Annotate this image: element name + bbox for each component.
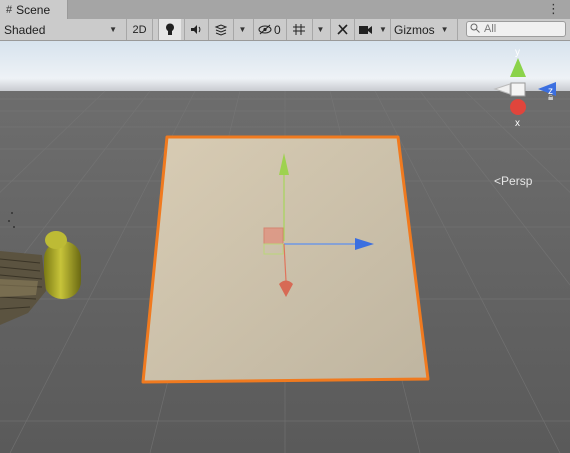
grid-dropdown[interactable]: ▼ [312, 19, 328, 40]
effects-toggle[interactable] [208, 19, 231, 40]
chevron-down-icon: ▼ [109, 25, 117, 34]
chevron-left-icon: < [494, 174, 502, 188]
toggle-2d-label: 2D [132, 23, 147, 36]
camera-icon [358, 25, 372, 34]
speaker-icon [191, 25, 201, 34]
layers-icon [214, 23, 227, 36]
more-options-icon[interactable]: ⋮ [547, 1, 560, 17]
scene-canvas[interactable]: y z x [0, 41, 570, 453]
scene-toolbar: Shaded ▼ 2D ▼ 0 ▼ ▼ Gizmos ▼ All [0, 19, 570, 41]
tab-bar: # Scene ⋮ [0, 0, 570, 20]
tools-icon [336, 24, 348, 35]
lighting-toggle[interactable] [158, 19, 181, 40]
hash-icon: # [6, 3, 13, 16]
sky [0, 41, 570, 91]
hidden-eye-icon [258, 24, 272, 35]
hidden-count: 0 [274, 22, 281, 37]
gizmo-y-label: y [515, 47, 520, 58]
tab-scene[interactable]: # Scene [0, 0, 68, 19]
audio-toggle[interactable] [184, 19, 207, 40]
camera-dropdown[interactable]: ▼ [376, 19, 390, 40]
scene-viewport[interactable]: y z x 🔒︎ <Persp [0, 41, 570, 453]
search-input[interactable]: All [466, 21, 566, 37]
chevron-down-icon: ▼ [379, 25, 387, 34]
tools-toggle[interactable] [330, 19, 353, 40]
lock-icon[interactable]: 🔒︎ [548, 92, 553, 103]
draw-mode-label: Shaded [4, 22, 46, 37]
chevron-down-icon: ▼ [238, 25, 247, 34]
lightbulb-icon [166, 23, 174, 35]
chevron-down-icon: ▼ [440, 25, 449, 34]
toggle-2d-button[interactable]: 2D [126, 19, 153, 40]
search-placeholder: All [484, 23, 497, 35]
camera-settings[interactable] [354, 19, 376, 40]
effects-dropdown[interactable]: ▼ [233, 19, 251, 40]
chevron-down-icon: ▼ [316, 25, 325, 34]
gizmo-x-label: x [515, 118, 520, 129]
draw-mode-dropdown[interactable]: Shaded ▼ [0, 19, 122, 40]
gizmos-label: Gizmos [394, 22, 435, 37]
scene-visibility-toggle[interactable]: 0 [253, 19, 286, 40]
grid-toggle[interactable] [286, 19, 312, 40]
projection-label: Persp [501, 174, 533, 188]
search-icon [470, 23, 481, 36]
tab-scene-label: Scene [16, 2, 51, 17]
grid-icon [293, 24, 305, 35]
gizmos-dropdown[interactable]: Gizmos ▼ [390, 19, 458, 40]
projection-toggle[interactable]: <Persp [494, 174, 532, 188]
